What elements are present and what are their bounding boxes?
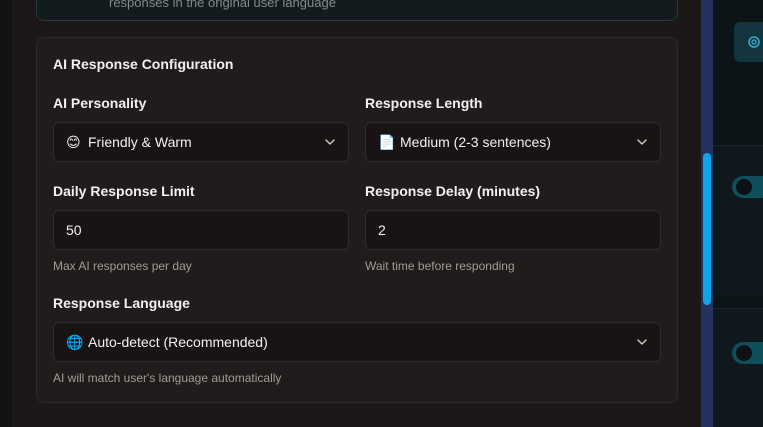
- globe-icon: 🌐: [66, 333, 84, 350]
- ai-personality-value: Friendly & Warm: [88, 134, 192, 150]
- response-language-label: Response Language: [53, 295, 190, 311]
- scrollbar-thumb[interactable]: [703, 153, 711, 305]
- document-icon: 📄: [378, 133, 396, 150]
- ai-response-config-card: AI Response Configuration AI Personality…: [36, 37, 678, 403]
- daily-limit-hint: Max AI responses per day: [53, 259, 192, 273]
- previous-setting-card: responses in the original user language: [36, 0, 678, 21]
- daily-limit-input[interactable]: 50: [53, 210, 349, 250]
- daily-limit-value: 50: [66, 222, 82, 238]
- response-delay-value: 2: [378, 222, 386, 238]
- smiley-icon: 😊: [66, 133, 81, 150]
- previous-setting-text: responses in the original user language: [109, 0, 336, 10]
- response-language-select[interactable]: 🌐 Auto-detect (Recommended): [53, 322, 661, 362]
- background-row: [713, 308, 763, 427]
- background-page: [713, 0, 763, 427]
- background-row: [713, 145, 763, 295]
- response-length-value: Medium (2-3 sentences): [400, 134, 551, 150]
- response-length-label: Response Length: [365, 95, 483, 111]
- settings-button[interactable]: [734, 22, 763, 62]
- response-delay-hint: Wait time before responding: [365, 259, 515, 273]
- background-toggle[interactable]: [732, 176, 763, 198]
- response-length-select[interactable]: 📄 Medium (2-3 sentences): [365, 122, 661, 162]
- ai-personality-select[interactable]: 😊 Friendly & Warm: [53, 122, 349, 162]
- ai-personality-label: AI Personality: [53, 95, 147, 111]
- background-strip: [0, 0, 12, 427]
- chevron-down-icon: [637, 339, 647, 345]
- daily-limit-label: Daily Response Limit: [53, 183, 195, 199]
- toggle-knob: [736, 345, 752, 361]
- toggle-knob: [736, 179, 752, 195]
- section-title: AI Response Configuration: [53, 56, 234, 72]
- response-delay-input[interactable]: 2: [365, 210, 661, 250]
- gear-icon: [748, 36, 760, 48]
- background-toggle[interactable]: [732, 342, 763, 364]
- response-language-hint: AI will match user's language automatica…: [53, 371, 282, 385]
- response-delay-label: Response Delay (minutes): [365, 183, 541, 199]
- settings-panel: responses in the original user language …: [12, 0, 701, 427]
- chevron-down-icon: [637, 139, 647, 145]
- chevron-down-icon: [325, 139, 335, 145]
- response-language-value: Auto-detect (Recommended): [88, 334, 268, 350]
